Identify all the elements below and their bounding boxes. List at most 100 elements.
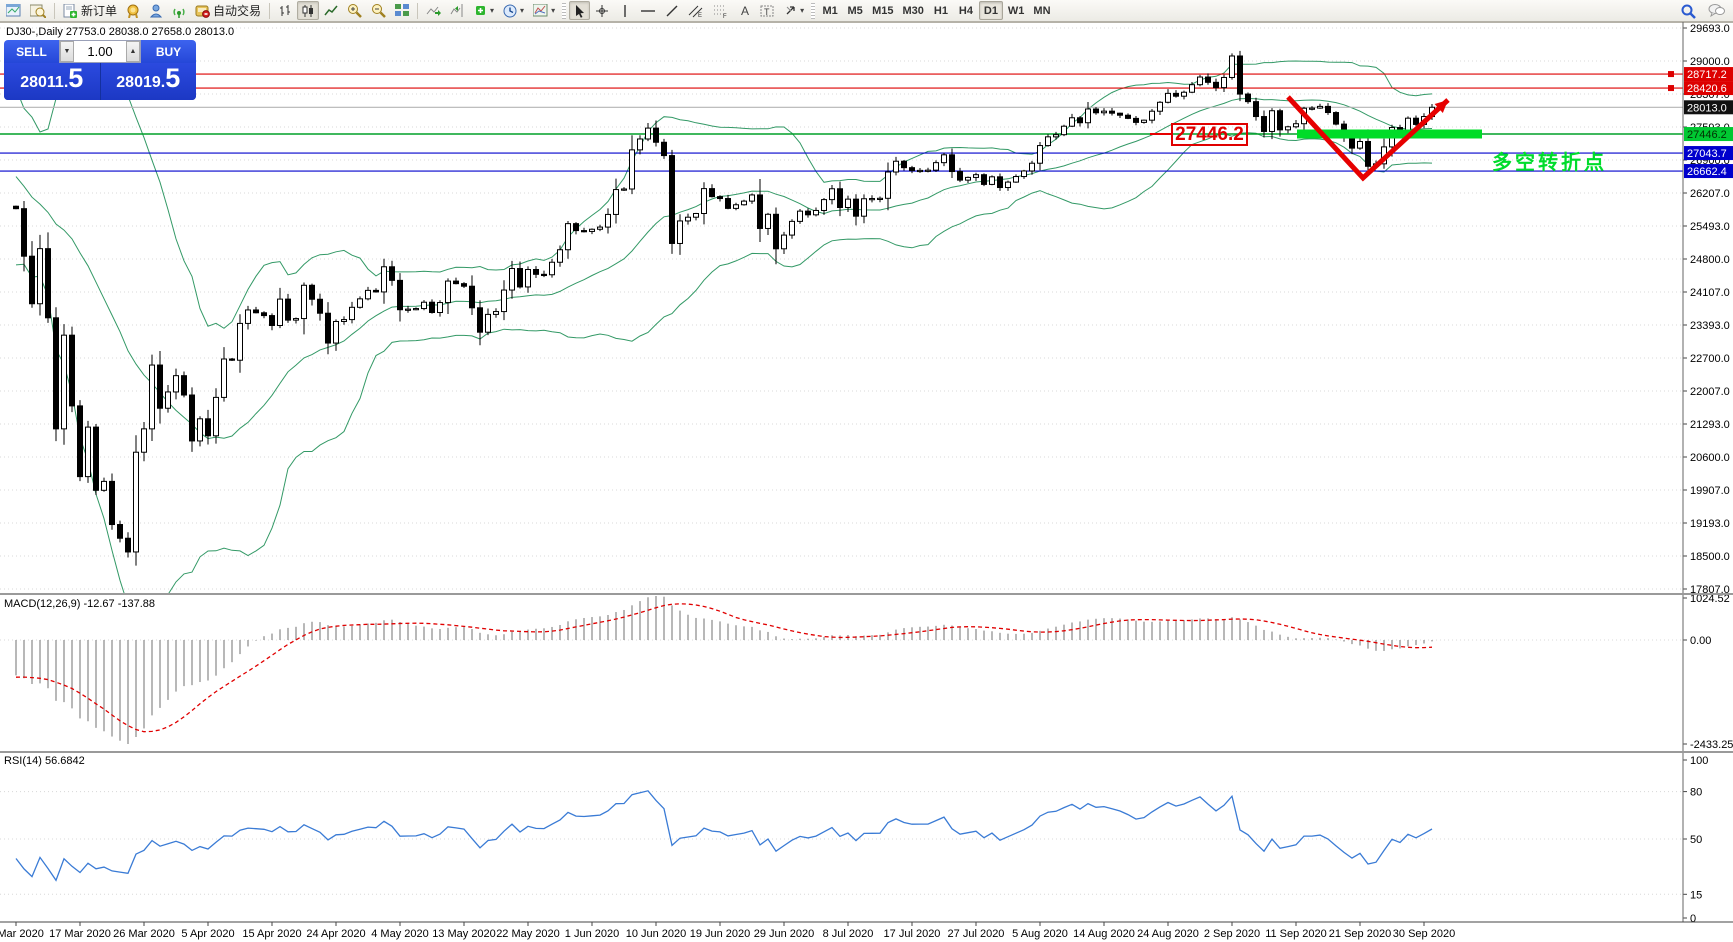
new-chart-button[interactable] — [2, 1, 25, 20]
templates-button[interactable]: ▾ — [529, 1, 559, 20]
zoom-out-button[interactable] — [367, 1, 390, 20]
svg-text:2 Sep 2020: 2 Sep 2020 — [1204, 928, 1260, 940]
bollinger-middle — [15, 97, 1433, 440]
rsi-line — [15, 790, 1433, 882]
svg-text:21293.0: 21293.0 — [1690, 419, 1730, 431]
new-order-label: 新订单 — [81, 4, 118, 18]
main-price-panel[interactable] — [0, 27, 1683, 613]
annotation-text[interactable]: 多空转折点 — [1492, 146, 1607, 175]
tf-m30-button[interactable]: M30 — [899, 1, 928, 20]
auto-scroll-button[interactable] — [422, 1, 445, 20]
arrows-tool-button[interactable]: ▾ — [780, 1, 808, 20]
text-label-tool-button[interactable]: T — [756, 1, 779, 20]
price-axis[interactable]: 29693.029000.028307.027593.026900.026207… — [1683, 23, 1733, 925]
svg-text:28013.0: 28013.0 — [1687, 102, 1727, 114]
macd-histogram — [15, 596, 1433, 744]
zoom-in-button[interactable] — [343, 1, 366, 20]
sell-price-pips: 5 — [68, 63, 84, 93]
fibonacci-tool-button[interactable]: F — [709, 1, 733, 20]
svg-text:11 Sep 2020: 11 Sep 2020 — [1265, 928, 1327, 940]
svg-text:20600.0: 20600.0 — [1690, 452, 1730, 464]
svg-text:1 Jun 2020: 1 Jun 2020 — [565, 928, 619, 940]
svg-text:19193.0: 19193.0 — [1690, 518, 1730, 530]
profiles-button[interactable] — [26, 1, 50, 20]
sell-price: 28011. — [20, 74, 69, 91]
chart-window[interactable]: 29693.029000.028307.027593.026900.026207… — [0, 22, 1733, 942]
arrows-caret: ▾ — [800, 6, 805, 15]
buy-price-button[interactable]: 28019. 5 — [100, 63, 196, 100]
svg-text:22007.0: 22007.0 — [1690, 386, 1730, 398]
autotrading-label: 自动交易 — [213, 4, 262, 18]
svg-text:24107.0: 24107.0 — [1690, 287, 1730, 299]
tile-windows-button[interactable] — [391, 1, 413, 20]
periods-button[interactable]: ▾ — [499, 1, 528, 20]
tf-h1-button[interactable]: H1 — [929, 1, 953, 20]
volume-decrease-button[interactable]: ▼ — [60, 41, 74, 62]
macd-panel[interactable] — [0, 596, 1683, 744]
metaeditor-button[interactable] — [145, 1, 167, 20]
date-axis[interactable]: 6 Mar 2020 17 Mar 202026 Mar 2020 5 Apr 20… — [0, 922, 1455, 940]
templates-caret: ▾ — [551, 6, 556, 15]
tf-w1-button[interactable]: W1 — [1004, 1, 1029, 20]
toolbar-separator — [269, 2, 271, 19]
search-icon[interactable] — [1676, 1, 1700, 20]
svg-text:23393.0: 23393.0 — [1690, 320, 1730, 332]
tf-m15-button[interactable]: M15 — [868, 1, 897, 20]
svg-text:24 Aug 2020: 24 Aug 2020 — [1137, 928, 1199, 940]
svg-text:15: 15 — [1690, 889, 1702, 901]
candlestick-chart-type-button[interactable] — [297, 1, 320, 20]
signals-button[interactable] — [168, 1, 190, 20]
tf-d1-button[interactable]: D1 — [978, 1, 1003, 20]
tf-h4-button[interactable]: H4 — [954, 1, 978, 20]
svg-text:14 Aug 2020: 14 Aug 2020 — [1073, 928, 1135, 940]
buy-price: 28019. — [116, 74, 166, 91]
cursor-tool-button[interactable] — [569, 1, 591, 20]
svg-text:100: 100 — [1690, 755, 1708, 767]
sell-button[interactable]: SELL — [4, 40, 59, 63]
tf-m1-button[interactable]: M1 — [818, 1, 842, 20]
periods-caret: ▾ — [520, 6, 525, 15]
bar-chart-type-button[interactable] — [274, 1, 296, 20]
horizontal-line-tool-button[interactable] — [636, 1, 660, 20]
svg-text:T: T — [764, 7, 770, 17]
equidistant-channel-tool-button[interactable]: E — [684, 1, 708, 20]
line-handle[interactable] — [1668, 71, 1674, 78]
svg-text:26662.4: 26662.4 — [1687, 166, 1727, 178]
svg-text:18500.0: 18500.0 — [1690, 551, 1730, 563]
chart-canvas[interactable]: 29693.029000.028307.027593.026900.026207… — [0, 22, 1733, 942]
buy-price-pips: 5 — [165, 63, 181, 93]
tf-mn-button[interactable]: MN — [1029, 1, 1054, 20]
svg-text:17 Jul 2020: 17 Jul 2020 — [884, 928, 941, 940]
svg-text:22 May 2020: 22 May 2020 — [496, 928, 560, 940]
buy-button[interactable]: BUY — [141, 40, 196, 63]
sell-price-button[interactable]: 28011. 5 — [4, 63, 100, 100]
crosshair-tool-button[interactable] — [591, 1, 613, 20]
rsi-panel[interactable] — [0, 790, 1683, 895]
tf-m5-button[interactable]: M5 — [843, 1, 867, 20]
svg-text:29693.0: 29693.0 — [1690, 23, 1730, 35]
chat-icon[interactable] — [1704, 1, 1729, 20]
toolbar-separator — [417, 2, 419, 19]
vertical-line-tool-button[interactable] — [614, 1, 635, 20]
indicators-list-button[interactable] — [122, 1, 144, 20]
svg-text:F: F — [723, 14, 727, 18]
add-indicator-caret: ▾ — [490, 6, 495, 15]
svg-text:0.00: 0.00 — [1690, 635, 1711, 647]
svg-text:A: A — [741, 4, 749, 17]
price-callout-box[interactable]: 27446.2 — [1171, 123, 1248, 146]
trend-line-tool-button[interactable] — [661, 1, 683, 20]
svg-text:24 Apr 2020: 24 Apr 2020 — [306, 928, 365, 940]
volume-increase-button[interactable]: ▲ — [126, 41, 140, 62]
svg-text:8 Jul 2020: 8 Jul 2020 — [823, 928, 874, 940]
volume-input[interactable] — [74, 43, 126, 60]
line-chart-type-button[interactable] — [320, 1, 342, 20]
add-indicator-button[interactable]: ▾ — [470, 1, 498, 20]
svg-text:17 Mar 2020: 17 Mar 2020 — [49, 928, 111, 940]
autotrading-button[interactable]: 自动交易 — [191, 1, 265, 20]
text-tool-button[interactable]: A — [734, 1, 755, 20]
line-handle[interactable] — [1668, 85, 1674, 92]
chart-shift-button[interactable] — [446, 1, 469, 20]
svg-text:24800.0: 24800.0 — [1690, 254, 1730, 266]
svg-text:26207.0: 26207.0 — [1690, 188, 1730, 200]
new-order-button[interactable]: 新订单 — [59, 1, 121, 20]
